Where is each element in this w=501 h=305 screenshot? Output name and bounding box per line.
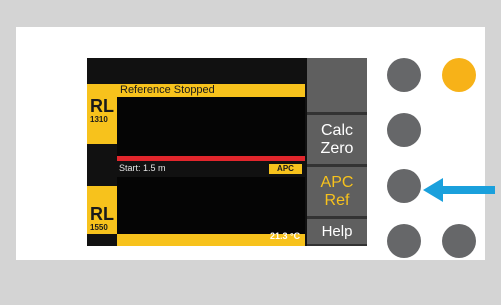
status-text: Reference Stopped bbox=[120, 84, 215, 96]
hardware-button-extra[interactable] bbox=[442, 224, 476, 258]
rl-label: RL bbox=[90, 96, 114, 116]
hardware-button-help[interactable] bbox=[387, 224, 421, 258]
calc-zero-label-line2: Zero bbox=[320, 139, 354, 157]
status-bar: Reference Stopped bbox=[117, 84, 305, 97]
temperature-readout: 21.3 °C bbox=[270, 231, 301, 241]
calc-zero-soft-key[interactable]: Calc Zero bbox=[307, 115, 367, 166]
hardware-button-active[interactable] bbox=[442, 58, 476, 92]
trace-line bbox=[117, 156, 305, 161]
trace-area-1550 bbox=[117, 177, 305, 234]
wavelength-label: 1550 bbox=[90, 223, 108, 232]
wavelength-label: 1310 bbox=[90, 115, 108, 124]
apc-ref-label-line1: APC bbox=[320, 173, 354, 191]
channel-1550-label: RL 1550 bbox=[87, 186, 117, 234]
calc-zero-label-line1: Calc bbox=[320, 121, 353, 139]
hardware-button-apc-ref[interactable] bbox=[387, 169, 421, 203]
hardware-button-1[interactable] bbox=[387, 58, 421, 92]
start-distance: Start: 1.5 m bbox=[119, 163, 166, 173]
apc-ref-label-line2: Ref bbox=[324, 191, 350, 209]
help-label: Help bbox=[321, 222, 353, 240]
hardware-button-calc-zero[interactable] bbox=[387, 113, 421, 147]
soft-key-blank[interactable] bbox=[307, 58, 367, 114]
channel-1310-label: RL 1310 bbox=[87, 84, 117, 144]
trace-area-1310 bbox=[117, 97, 305, 156]
apc-ref-soft-key[interactable]: APC Ref bbox=[307, 167, 367, 218]
arrow-left-icon bbox=[423, 178, 495, 202]
rl-label: RL bbox=[90, 204, 114, 224]
help-soft-key[interactable]: Help bbox=[307, 219, 367, 246]
apc-badge: APC bbox=[269, 164, 302, 174]
device-frame: Reference Stopped RL 1310 Start: 1.5 m A… bbox=[0, 0, 501, 305]
